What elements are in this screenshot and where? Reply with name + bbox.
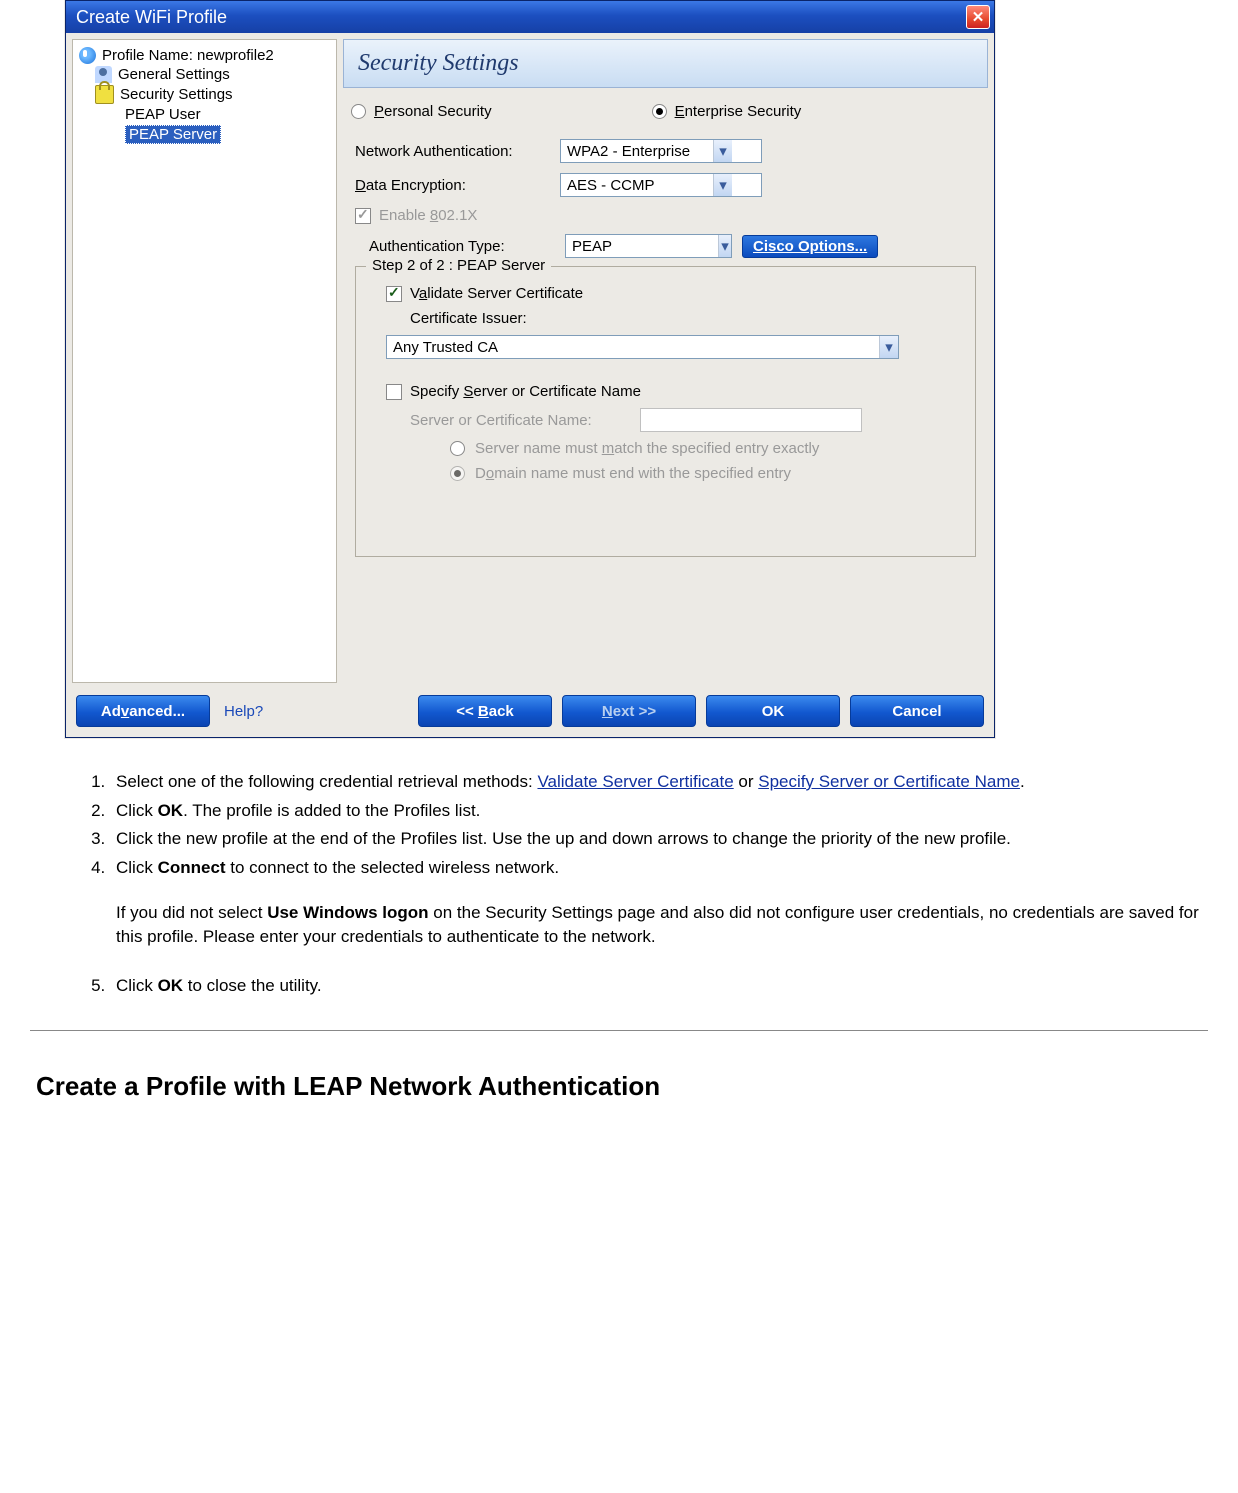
radio-icon <box>351 104 366 119</box>
next-button[interactable]: Next >> <box>562 695 696 727</box>
cisco-options-button[interactable]: Cisco Options... <box>742 235 878 258</box>
field-server-name: Server or Certificate Name: <box>410 404 961 436</box>
field-network-auth: Network Authentication: WPA2 - Enterpris… <box>351 134 980 168</box>
checkbox-icon <box>355 208 371 224</box>
divider <box>30 1030 1208 1031</box>
cancel-button[interactable]: Cancel <box>850 695 984 727</box>
group-legend: Step 2 of 2 : PEAP Server <box>366 257 551 274</box>
tree-peap-user[interactable]: PEAP User <box>77 105 332 124</box>
link-specify-name[interactable]: Specify Server or Certificate Name <box>758 772 1020 791</box>
chevron-down-icon: ▾ <box>713 174 732 196</box>
radio-icon <box>450 466 465 481</box>
checkbox-icon <box>386 286 402 302</box>
back-button[interactable]: << Back <box>418 695 552 727</box>
list-item: Click OK to close the utility. <box>110 972 1208 1001</box>
radio-icon <box>652 104 667 119</box>
list-item: Click OK. The profile is added to the Pr… <box>110 797 1208 826</box>
radio-icon <box>450 441 465 456</box>
radio-personal-security[interactable]: PPersonal Securityersonal Security <box>351 103 492 120</box>
list-item: Click the new profile at the end of the … <box>110 825 1208 854</box>
tree-security-settings[interactable]: Security Settings <box>77 84 332 105</box>
close-button[interactable]: ✕ <box>966 5 990 29</box>
chevron-down-icon: ▾ <box>718 235 731 257</box>
main-panel: Security Settings PPersonal Securityerso… <box>343 39 988 683</box>
group-peap-server: Step 2 of 2 : PEAP Server Validate Serve… <box>355 266 976 557</box>
create-wifi-profile-dialog: Create WiFi Profile ✕ Profile Name: newp… <box>65 0 995 738</box>
instruction-text: Select one of the following credential r… <box>10 768 1228 1102</box>
list-item: Click Connect to connect to the selected… <box>110 854 1208 952</box>
dialog-footer: Advanced... Help? << Back Next >> OK Can… <box>66 687 994 737</box>
field-data-encryption: Data Encryption: AES - CCMP ▾ <box>351 168 980 202</box>
input-server-name <box>640 408 862 432</box>
heading-leap: Create a Profile with LEAP Network Authe… <box>36 1071 1208 1102</box>
tree-profile-root[interactable]: Profile Name: newprofile2 <box>77 46 332 65</box>
chevron-down-icon: ▾ <box>713 140 732 162</box>
check-enable-8021x: Enable 802.1X <box>351 202 980 229</box>
window-title: Create WiFi Profile <box>76 7 966 28</box>
advanced-button[interactable]: Advanced... <box>76 695 210 727</box>
checkbox-icon <box>386 384 402 400</box>
help-link[interactable]: Help? <box>224 703 263 720</box>
radio-match-domain: Domain name must end with the specified … <box>410 461 961 486</box>
label-cert-issuer: Certificate Issuer: <box>370 306 961 331</box>
dropdown-data-encryption[interactable]: AES - CCMP ▾ <box>560 173 762 197</box>
steps-list: Select one of the following credential r… <box>30 768 1208 1000</box>
tree-peap-server[interactable]: PEAP Server <box>77 124 332 145</box>
tree-general-settings[interactable]: General Settings <box>77 65 332 84</box>
close-icon: ✕ <box>972 8 985 26</box>
check-validate-cert[interactable]: Validate Server Certificate <box>370 281 961 306</box>
radio-match-exact: Server name must match the specified ent… <box>410 436 961 461</box>
check-specify-name[interactable]: Specify Server or Certificate Name <box>370 379 961 404</box>
section-header: Security Settings <box>343 39 988 88</box>
link-validate-cert[interactable]: Validate Server Certificate <box>537 772 733 791</box>
list-item: Select one of the following credential r… <box>110 768 1208 797</box>
dropdown-cert-issuer[interactable]: Any Trusted CA ▾ <box>386 335 899 359</box>
profile-tree[interactable]: Profile Name: newprofile2 General Settin… <box>72 39 337 683</box>
wifi-icon <box>79 47 96 64</box>
ok-button[interactable]: OK <box>706 695 840 727</box>
dropdown-network-auth[interactable]: WPA2 - Enterprise ▾ <box>560 139 762 163</box>
radio-enterprise-security[interactable]: Enterprise Security <box>652 103 802 120</box>
chevron-down-icon: ▾ <box>879 336 898 358</box>
dropdown-auth-type[interactable]: PEAP ▾ <box>565 234 732 258</box>
titlebar: Create WiFi Profile ✕ <box>66 1 994 33</box>
lock-icon <box>95 85 114 104</box>
